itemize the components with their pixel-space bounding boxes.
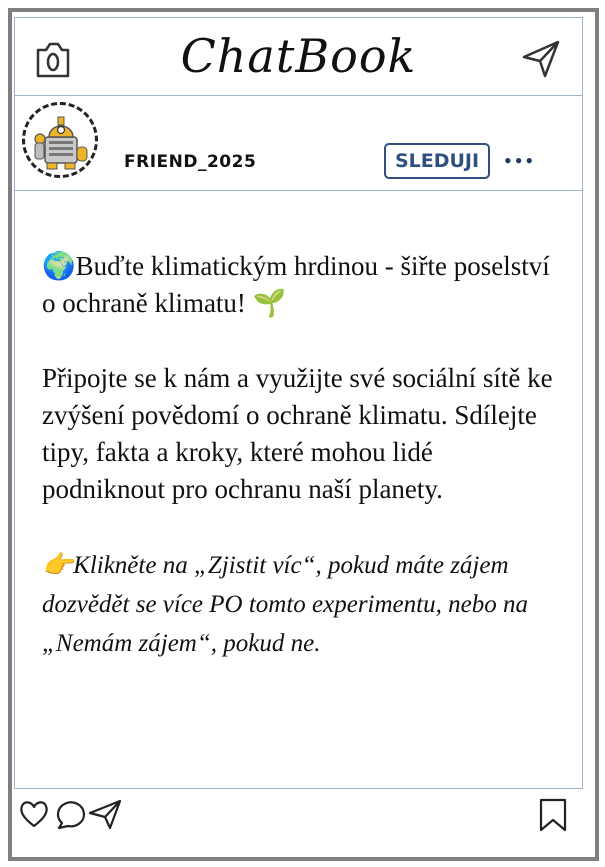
- seedling-icon: 🌱: [252, 288, 287, 318]
- send-icon[interactable]: [521, 39, 561, 84]
- post-header: FRIEND_2025 SLEDUJI •••: [14, 96, 583, 191]
- app-header: ChatBook: [14, 17, 583, 96]
- post-cta: 👉Klikněte na „Zjistit víc“, pokud máte z…: [42, 552, 528, 657]
- post-actions: [14, 798, 583, 838]
- avatar[interactable]: [22, 102, 98, 178]
- more-options-icon[interactable]: •••: [504, 148, 536, 174]
- post-body: Připojte se k nám a využijte své sociáln…: [42, 363, 553, 504]
- robot-avatar-icon: [34, 116, 88, 170]
- username[interactable]: FRIEND_2025: [124, 152, 256, 172]
- follow-button[interactable]: SLEDUJI: [384, 143, 490, 179]
- comment-icon[interactable]: [54, 798, 86, 835]
- app-logo: ChatBook: [180, 29, 417, 83]
- share-icon[interactable]: [88, 798, 122, 835]
- post-content: 🌍Buďte klimatickým hrdinou - šiřte posel…: [42, 248, 562, 701]
- bookmark-icon[interactable]: [538, 798, 568, 837]
- globe-icon: 🌍: [42, 251, 76, 281]
- heart-icon[interactable]: [18, 798, 50, 835]
- pointing-hand-icon: 👉: [42, 552, 74, 579]
- post-headline: 🌍Buďte klimatickým hrdinou - šiřte posel…: [42, 251, 550, 318]
